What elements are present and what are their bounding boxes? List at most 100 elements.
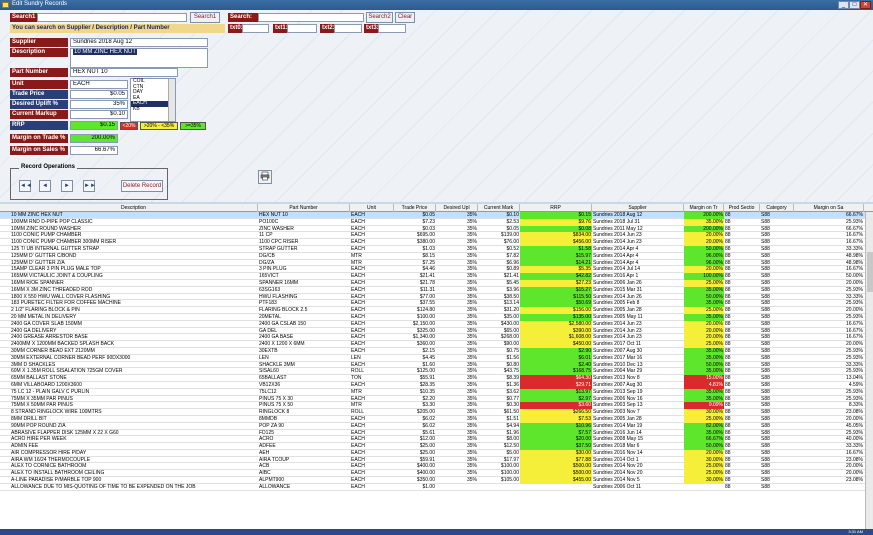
cell-part-number[interactable]: ADFEE xyxy=(258,443,350,450)
cell-description[interactable]: 165MM VICTAULIC JOINT & COUPLING xyxy=(10,273,258,280)
cell-margin-trade[interactable]: 35.00% xyxy=(684,218,724,226)
cell-desired-uplift[interactable]: 35% xyxy=(436,443,478,450)
cell-desired-uplift[interactable]: 35% xyxy=(436,457,478,464)
cell-trade-price[interactable]: $4.45 xyxy=(394,355,436,362)
header-unit[interactable]: Unit xyxy=(350,204,394,212)
cell-margin-sales[interactable]: 8.33% xyxy=(794,402,864,409)
cell-prod-section[interactable]: 88 xyxy=(724,416,760,423)
table-row[interactable]: 2400 GA COVER SLAB 150MM 2400 GA CSLAB 15… xyxy=(0,320,873,328)
cell-part-number[interactable]: 1100 CPC RISER xyxy=(258,239,350,246)
cell-margin-trade[interactable]: 25.00% xyxy=(684,463,724,471)
cell-margin-sales[interactable]: 40.00% xyxy=(794,436,864,443)
cell-desired-uplift[interactable]: 35% xyxy=(436,307,478,314)
first-record-button[interactable]: ◄◄ xyxy=(19,180,32,192)
cell-margin-trade[interactable]: 96.00% xyxy=(684,252,724,260)
cell-category[interactable]: S88 xyxy=(760,362,794,369)
cell-margin-sales[interactable]: 20.00% xyxy=(794,307,864,314)
cell-rrp[interactable]: $2.40 xyxy=(520,361,592,369)
cell-category[interactable]: S88 xyxy=(760,402,794,409)
cell-trade-price[interactable]: $7.25 xyxy=(394,260,436,267)
cell-trade-price[interactable]: $400.00 xyxy=(394,470,436,477)
cell-desired-uplift[interactable]: 35% xyxy=(436,232,478,239)
cell-supplier[interactable]: Sundries 2014 Jun 23 xyxy=(592,328,684,335)
cell-trade-price[interactable]: $1,340.00 xyxy=(394,334,436,341)
cell-margin-sales[interactable]: 20.00% xyxy=(794,470,864,477)
cell-current-markup[interactable]: $0.10 xyxy=(478,212,520,219)
cell-part-number[interactable]: 75LC12 xyxy=(258,389,350,396)
cell-margin-sales[interactable]: 25.93% xyxy=(794,355,864,362)
cell-rrp[interactable]: $455.00 xyxy=(520,477,592,484)
cell-current-markup[interactable]: $17.97 xyxy=(478,457,520,464)
cell-part-number[interactable]: 65BALLAST xyxy=(258,375,350,382)
cell-category[interactable]: S88 xyxy=(760,375,794,382)
cell-margin-sales[interactable]: 16.67% xyxy=(794,450,864,457)
markup-field[interactable]: $0.10 xyxy=(70,110,128,119)
cell-margin-sales[interactable]: 25.93% xyxy=(794,430,864,437)
cell-description[interactable]: 75 LC 12 - PLAIN GALV C PURLIN xyxy=(10,389,258,396)
cell-current-markup[interactable]: $105.00 xyxy=(478,477,520,484)
cell-rrp[interactable]: $450.00 xyxy=(520,341,592,348)
cell-description[interactable]: 8MM DRILL BIT xyxy=(10,416,258,423)
table-row[interactable]: ABRASIVE FLAPPER DISK 125MM X 22 X G60 FD… xyxy=(0,429,873,437)
cell-margin-trade[interactable]: 35.00% xyxy=(684,429,724,437)
cell-category[interactable]: S88 xyxy=(760,416,794,423)
cell-trade-price[interactable]: $28.35 xyxy=(394,382,436,389)
cell-description[interactable]: ALEX TO INSTALL BATHROOM CEILING xyxy=(10,470,258,477)
cell-unit[interactable]: EACH xyxy=(350,280,394,287)
table-row[interactable]: 125 T/ UB INTERNAL GUTTER STRAP STRAP GUT… xyxy=(0,245,873,253)
cell-margin-trade[interactable]: 25.00% xyxy=(684,415,724,423)
cell-margin-sales[interactable]: 25.93% xyxy=(794,368,864,375)
cell-margin-trade[interactable]: 35.00% xyxy=(684,286,724,294)
cell-prod-section[interactable]: 88 xyxy=(724,253,760,260)
cell-trade-price[interactable]: $380.00 xyxy=(394,239,436,246)
cell-rrp[interactable]: $266.50 xyxy=(520,409,592,416)
cell-margin-sales[interactable]: 25.93% xyxy=(794,396,864,403)
cell-supplier[interactable]: Sundries 2003 Nov 7 xyxy=(592,409,684,416)
cell-prod-section[interactable]: 88 xyxy=(724,212,760,219)
cell-margin-sales[interactable]: 16.67% xyxy=(794,266,864,273)
cell-part-number[interactable]: FD125 xyxy=(258,430,350,437)
cell-trade-price[interactable]: $10.35 xyxy=(394,389,436,396)
cell-desired-uplift[interactable]: 35% xyxy=(436,450,478,457)
cell-category[interactable]: S88 xyxy=(760,334,794,341)
cell-current-markup[interactable]: $6.96 xyxy=(478,260,520,267)
cell-category[interactable]: S88 xyxy=(760,260,794,267)
cell-category[interactable]: S88 xyxy=(760,430,794,437)
cell-margin-trade[interactable]: 200.00% xyxy=(684,212,724,219)
records-datasheet[interactable]: Description Part Number Unit Trade Price Des… xyxy=(0,204,873,529)
cell-category[interactable]: S88 xyxy=(760,382,794,389)
cell-prod-section[interactable]: 88 xyxy=(724,368,760,375)
txt0-input[interactable] xyxy=(242,24,269,33)
cell-description[interactable]: 100MM RND D-PIPE POP CLASSIC xyxy=(10,219,258,226)
cell-part-number[interactable]: 30EXTB xyxy=(258,348,350,355)
cell-margin-sales[interactable]: 16.67% xyxy=(794,321,864,328)
cell-unit[interactable]: EACH xyxy=(350,287,394,294)
cell-description[interactable]: AIR COMPRESSOR HIRE P/DAY xyxy=(10,450,258,457)
cell-part-number[interactable]: AIRA TCOUP xyxy=(258,457,350,464)
cell-supplier[interactable]: Sundries 2014 Mar 19 xyxy=(592,423,684,430)
cell-margin-sales[interactable]: 16.67% xyxy=(794,239,864,246)
table-row[interactable]: 10MM ZINC ROUND WASHER ZINC WASHER EACH $0.… xyxy=(0,225,873,233)
cell-prod-section[interactable]: 88 xyxy=(724,470,760,477)
cell-part-number[interactable]: GA DEL xyxy=(258,328,350,335)
cell-desired-uplift[interactable]: 35% xyxy=(436,260,478,267)
cell-margin-trade[interactable]: 20.00% xyxy=(684,266,724,274)
cell-part-number[interactable]: SHACKLE 3MM xyxy=(258,362,350,369)
cell-prod-section[interactable]: 88 xyxy=(724,239,760,246)
cell-current-markup[interactable]: $13.14 xyxy=(478,300,520,307)
cell-desired-uplift[interactable]: 35% xyxy=(436,368,478,375)
cell-supplier[interactable]: Sundries 2013 Sep 19 xyxy=(592,389,684,396)
cell-current-markup[interactable]: $31.20 xyxy=(478,307,520,314)
cell-unit[interactable]: MTR xyxy=(350,260,394,267)
cell-unit[interactable]: EACH xyxy=(350,239,394,246)
part-field[interactable]: HEX NUT 10 xyxy=(70,68,178,77)
cell-margin-sales[interactable]: 48.98% xyxy=(794,260,864,267)
cell-prod-section[interactable]: 88 xyxy=(724,334,760,341)
cell-part-number[interactable]: 2400 GA BASE xyxy=(258,334,350,341)
cell-description[interactable]: 8 STRAND RINGLOCK WIRE 100MTRS xyxy=(10,409,258,416)
cell-rrp[interactable]: $15.27 xyxy=(520,286,592,294)
cell-prod-section[interactable]: 88 xyxy=(724,307,760,314)
cell-margin-trade[interactable]: 9.09% xyxy=(684,402,724,410)
cell-desired-uplift[interactable]: 35% xyxy=(436,436,478,443)
table-row[interactable]: 75MM X 50MM PAR PINUS PINUS 75 X 50 MTR $3.… xyxy=(0,402,873,410)
